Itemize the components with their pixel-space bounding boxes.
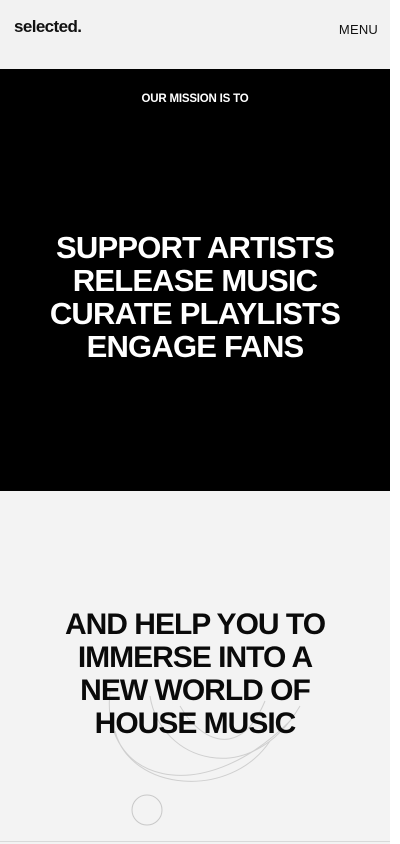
immerse-line: NEW WORLD OF — [80, 674, 311, 707]
mission-line: CURATE PLAYLISTS — [49, 296, 341, 331]
immerse-section: AND HELP YOU TO IMMERSE INTO A NEW WORLD… — [0, 491, 390, 844]
mission-eyebrow: OUR MISSION IS TO — [141, 93, 249, 105]
divider — [0, 841, 390, 842]
logo[interactable]: selected. — [14, 17, 82, 37]
mission-section: OUR MISSION IS TO SUPPORT ARTISTS RELEAS… — [0, 69, 390, 491]
page: selected. MENU OUR MISSION IS TO SUPPORT… — [0, 0, 390, 844]
mission-line: RELEASE MUSIC — [72, 263, 318, 298]
scrollbar-gutter — [390, 0, 400, 844]
immerse-line: HOUSE MUSIC — [94, 707, 297, 740]
mission-line: ENGAGE FANS — [86, 329, 305, 364]
immerse-line: IMMERSE INTO A — [77, 641, 313, 674]
immerse-line: AND HELP YOU TO — [64, 608, 326, 641]
immerse-heading: AND HELP YOU TO IMMERSE INTO A NEW WORLD… — [0, 608, 390, 740]
mission-line: SUPPORT ARTISTS — [56, 230, 335, 265]
menu-button[interactable]: MENU — [339, 22, 378, 37]
site-header: selected. MENU — [0, 0, 390, 69]
mission-list: SUPPORT ARTISTS RELEASE MUSIC CURATE PLA… — [0, 231, 390, 363]
